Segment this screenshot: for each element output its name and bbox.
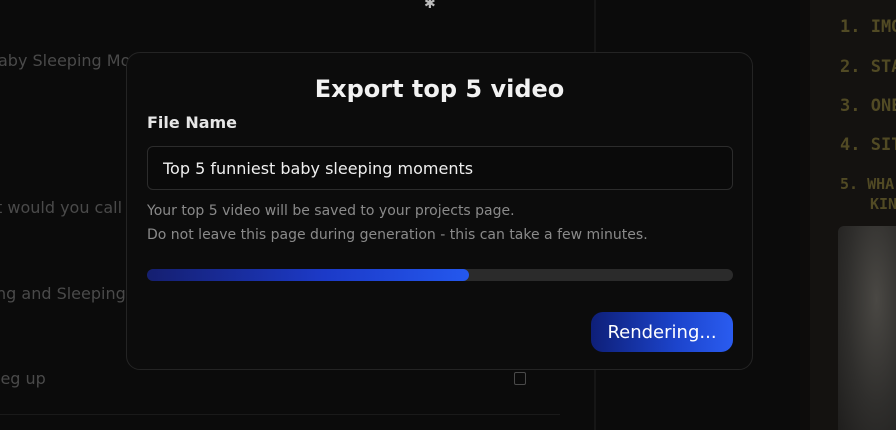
background-text: aby Sleeping Mo bbox=[0, 51, 131, 70]
list-item-number: 2. bbox=[840, 57, 861, 77]
background-text: t would you call bbox=[0, 198, 123, 217]
rendering-button[interactable]: Rendering... bbox=[591, 312, 733, 352]
preview-list-item: 2. STA bbox=[840, 57, 896, 77]
background-checkbox[interactable] bbox=[514, 372, 526, 385]
preview-list-item: 5. WHA KIN bbox=[840, 174, 896, 214]
render-progress-bar bbox=[147, 269, 733, 281]
app-stage: aby Sleeping Mo t would you call ng and … bbox=[0, 0, 896, 430]
list-item-text: ONE bbox=[870, 96, 896, 116]
render-progress-fill bbox=[147, 269, 470, 281]
preview-list-item: 1. IMO bbox=[840, 17, 896, 37]
list-item-text: SIT bbox=[870, 135, 896, 155]
list-item-text: WHA bbox=[867, 175, 895, 193]
list-item-text: KIN bbox=[870, 195, 896, 213]
info-text: Your top 5 video will be saved to your p… bbox=[147, 203, 515, 219]
video-thumbnail bbox=[838, 226, 896, 430]
background-divider bbox=[0, 414, 560, 415]
list-item-text: IMO bbox=[870, 17, 896, 37]
background-text: leg up bbox=[0, 369, 46, 388]
modal-title: Export top 5 video bbox=[314, 75, 565, 103]
list-item-text: STA bbox=[870, 57, 896, 77]
list-item-number: 5. bbox=[840, 175, 859, 193]
mouse-cursor-icon: ✱ bbox=[424, 0, 436, 12]
file-name-label: File Name bbox=[147, 113, 238, 132]
preview-list-item: 3. ONE bbox=[840, 96, 896, 116]
background-text: ng and Sleeping bbox=[0, 284, 126, 303]
list-item-number: 4. bbox=[840, 135, 861, 155]
list-item-number: 1. bbox=[840, 17, 861, 37]
preview-list-item: 4. SIT bbox=[840, 135, 896, 155]
preview-panel-edge bbox=[800, 0, 810, 430]
export-modal: Export top 5 video File Name Your top 5 … bbox=[126, 52, 753, 370]
list-item-number: 3. bbox=[840, 96, 861, 116]
file-name-input[interactable] bbox=[147, 146, 733, 190]
info-text: Do not leave this page during generation… bbox=[147, 227, 648, 243]
